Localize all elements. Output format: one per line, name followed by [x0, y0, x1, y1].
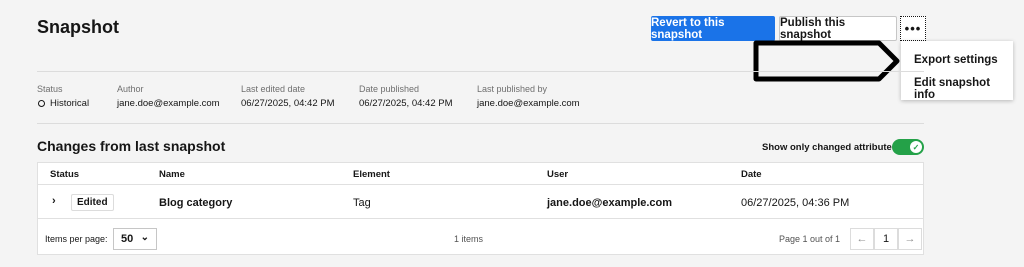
menu-item-edit-snapshot-info[interactable]: Edit snapshot info — [914, 77, 1013, 101]
overflow-icon: ••• — [904, 21, 922, 36]
chevron-right-icon[interactable]: › — [52, 195, 56, 207]
changed-attributes-toggle[interactable]: ✓ — [892, 139, 924, 155]
items-count: 1 items — [454, 234, 484, 244]
last-published-by-value: jane.doe@example.com — [477, 98, 580, 109]
last-published-by-label: Last published by — [477, 84, 548, 94]
author-value: jane.doe@example.com — [117, 98, 220, 109]
column-header-status[interactable]: Status — [50, 169, 79, 180]
revert-button[interactable]: Revert to this snapshot — [651, 16, 775, 41]
page-title: Snapshot — [37, 17, 120, 37]
column-header-name[interactable]: Name — [159, 169, 185, 180]
last-edited-label: Last edited date — [241, 84, 306, 94]
more-options-button[interactable]: ••• — [900, 16, 926, 41]
status-badge: Edited — [71, 194, 114, 211]
arrow-left-icon: ← — [856, 233, 868, 245]
table-row[interactable]: › Edited Blog category Tag jane.doe@exam… — [38, 185, 923, 219]
check-icon: ✓ — [910, 141, 922, 153]
divider — [37, 71, 924, 72]
publish-button[interactable]: Publish this snapshot — [779, 16, 897, 41]
chevron-down-icon: ⌄ — [140, 232, 149, 243]
page-info: Page 1 out of 1 — [779, 234, 841, 244]
status-label: Status — [37, 84, 63, 94]
row-user: jane.doe@example.com — [547, 197, 673, 209]
row-name: Blog category — [159, 197, 233, 209]
table-pagination: Items per page: 50 ⌄ 1 items Page 1 out … — [38, 220, 923, 256]
row-date: 06/27/2025, 04:36 PM — [741, 197, 850, 209]
status-circle-icon — [38, 100, 45, 107]
column-header-user[interactable]: User — [547, 169, 568, 180]
menu-item-export-settings[interactable]: Export settings — [914, 54, 998, 66]
annotation-arrow — [753, 40, 900, 82]
column-header-element[interactable]: Element — [353, 169, 390, 180]
toggle-label: Show only changed attributes — [762, 142, 898, 153]
items-per-page-select[interactable]: 50 ⌄ — [113, 228, 157, 250]
changes-table: Status Name Element User Date › Edited B… — [37, 162, 924, 255]
row-element: Tag — [353, 197, 371, 209]
status-value: Historical — [38, 98, 89, 109]
author-label: Author — [117, 84, 144, 94]
arrow-right-icon: → — [904, 233, 916, 245]
column-header-date[interactable]: Date — [741, 169, 762, 180]
next-page-button[interactable]: → — [898, 228, 922, 250]
prev-page-button[interactable]: ← — [850, 228, 874, 250]
page-number[interactable]: 1 — [874, 228, 898, 250]
last-edited-value: 06/27/2025, 04:42 PM — [241, 98, 335, 109]
section-title: Changes from last snapshot — [37, 138, 226, 154]
date-published-value: 06/27/2025, 04:42 PM — [359, 98, 453, 109]
divider — [37, 123, 924, 124]
items-per-page-label: Items per page: — [45, 234, 108, 244]
date-published-label: Date published — [359, 84, 420, 94]
table-header-row: Status Name Element User Date — [38, 163, 923, 185]
